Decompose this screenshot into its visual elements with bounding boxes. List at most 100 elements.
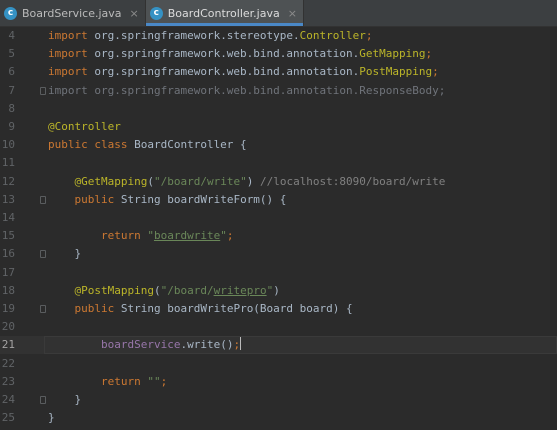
code-token: }	[48, 247, 82, 260]
line-number: 10	[1, 138, 15, 151]
line-number: 21	[1, 338, 15, 351]
code-token: )	[246, 175, 260, 188]
code-token: "	[147, 229, 154, 242]
code-line[interactable]: 6 import org.springframework.web.bind.ann…	[0, 63, 557, 81]
code-token: "/board/write"	[153, 175, 247, 188]
code-token: ;	[365, 29, 373, 42]
code-token: ""	[147, 375, 161, 388]
code-token: Controller	[299, 29, 366, 42]
java-class-icon: c	[149, 6, 163, 20]
code-line[interactable]: 18 @PostMapping("/board/writepro")	[0, 282, 557, 300]
close-icon[interactable]: ×	[288, 7, 297, 20]
line-number: 8	[8, 102, 15, 115]
code-line[interactable]: 11	[0, 154, 557, 172]
line-number: 14	[1, 211, 15, 224]
tab-boardcontroller-java[interactable]: c BoardController.java ×	[145, 0, 304, 26]
line-number: 9	[8, 120, 15, 133]
code-text: import org.springframework.web.bind.anno…	[48, 63, 439, 81]
code-line[interactable]: 13 public String boardWriteForm() {	[0, 191, 557, 209]
line-number: 19	[1, 302, 15, 315]
code-token: BoardController {	[134, 138, 247, 151]
fold-icon[interactable]	[40, 87, 46, 95]
code-line[interactable]: 10 public class BoardController {	[0, 136, 557, 154]
code-token: String boardWriteForm() {	[120, 193, 287, 206]
code-editor[interactable]: 4 import org.springframework.stereotype.C…	[0, 27, 557, 430]
line-number: 16	[1, 247, 15, 260]
code-text: @GetMapping("/board/write") //localhost:…	[48, 173, 446, 191]
code-token: return	[100, 375, 148, 388]
code-line[interactable]: 8	[0, 100, 557, 118]
fold-icon[interactable]	[40, 196, 46, 204]
code-token: "/board/	[160, 284, 214, 297]
code-line[interactable]: 5 import org.springframework.web.bind.ann…	[0, 45, 557, 63]
tab-label: BoardController.java	[167, 6, 280, 20]
code-text: import org.springframework.stereotype.Co…	[48, 27, 373, 45]
code-line[interactable]: 20	[0, 318, 557, 336]
code-token: org.springframework.stereotype.	[94, 29, 300, 42]
code-token: public	[74, 302, 121, 315]
line-number: 4	[8, 29, 15, 42]
code-token: )	[273, 284, 280, 297]
code-line[interactable]: 22	[0, 355, 557, 373]
line-number: 22	[1, 357, 15, 370]
code-line[interactable]: 14	[0, 209, 557, 227]
code-token: ;	[233, 338, 241, 351]
code-token: String boardWritePro(Board board) {	[120, 302, 353, 315]
fold-icon[interactable]	[40, 396, 46, 404]
code-line[interactable]: 16 }	[0, 245, 557, 263]
code-line[interactable]: 21 boardService.write();	[0, 336, 557, 354]
code-text: import org.springframework.web.bind.anno…	[48, 82, 445, 100]
code-token: }	[48, 393, 82, 406]
line-number: 24	[1, 393, 15, 406]
close-icon[interactable]: ×	[130, 7, 139, 20]
code-token: ;	[425, 47, 433, 60]
code-token: import org.springframework.web.bind.anno…	[48, 84, 446, 97]
code-text: return "";	[48, 373, 167, 391]
code-token: ;	[160, 375, 168, 388]
code-line[interactable]: 7 import org.springframework.web.bind.ann…	[0, 82, 557, 100]
line-number: 17	[1, 266, 15, 279]
code-line[interactable]: 23 return "";	[0, 373, 557, 391]
text-caret	[240, 337, 242, 350]
code-token: }	[48, 411, 55, 424]
line-number: 5	[8, 47, 15, 60]
tab-boardservice-java[interactable]: c BoardService.java ×	[0, 0, 146, 26]
code-text: boardService.write();	[48, 336, 242, 354]
code-line[interactable]: 17	[0, 264, 557, 282]
line-number: 12	[1, 175, 15, 188]
code-line[interactable]: 15 return "boardwrite";	[0, 227, 557, 245]
code-text: import org.springframework.web.bind.anno…	[48, 45, 432, 63]
code-line[interactable]: 25}	[0, 409, 557, 427]
code-token: boardService	[100, 338, 181, 351]
java-class-icon: c	[4, 6, 17, 20]
code-line[interactable]: 9 @Controller	[0, 118, 557, 136]
code-line[interactable]: 4 import org.springframework.stereotype.C…	[0, 27, 557, 45]
code-token: public	[74, 193, 121, 206]
line-number: 25	[1, 411, 15, 424]
code-token: return	[100, 229, 148, 242]
code-token: ;	[226, 229, 234, 242]
code-token: @Controller	[48, 120, 121, 133]
code-token: //localhost:8090/board/write	[259, 175, 446, 188]
code-text: public String boardWritePro(Board board)…	[48, 300, 353, 318]
fold-icon[interactable]	[40, 305, 46, 313]
code-text: @PostMapping("/board/writepro")	[48, 282, 280, 300]
line-number: 15	[1, 229, 15, 242]
fold-icon[interactable]	[40, 250, 46, 258]
code-text: @Controller	[48, 118, 121, 136]
code-line[interactable]: 24 }	[0, 391, 557, 409]
code-token: org.springframework.web.bind.annotation.	[94, 65, 360, 78]
line-number: 6	[8, 65, 15, 78]
code-line[interactable]: 19 public String boardWritePro(Board boa…	[0, 300, 557, 318]
code-token: import	[48, 65, 95, 78]
code-token: writepro	[213, 284, 267, 297]
code-line[interactable]: 12 @GetMapping("/board/write") //localho…	[0, 173, 557, 191]
code-token: @GetMapping	[74, 175, 148, 188]
